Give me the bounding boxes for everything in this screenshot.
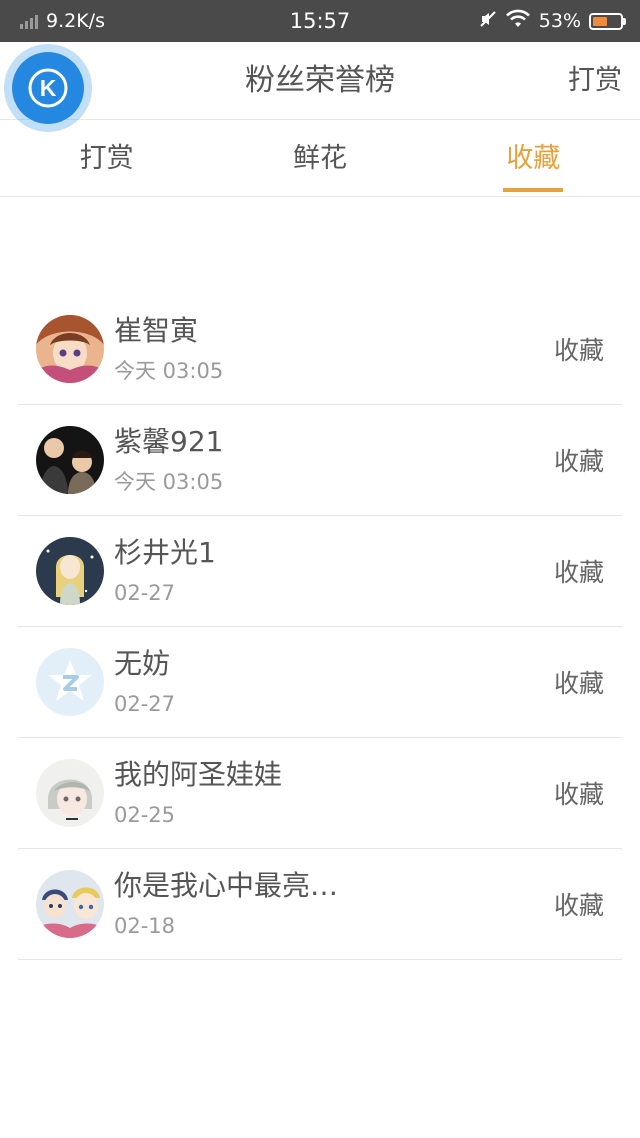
user-name: 无妨 xyxy=(114,647,171,680)
page-title: 粉丝荣誉榜 xyxy=(245,63,395,98)
fan-list: 崔智寅 今天 03:05 收藏 紫馨921 今天 03:05 收藏 杉井光1 0… xyxy=(18,294,622,960)
reward-button[interactable]: 打赏 xyxy=(568,42,622,120)
k-letter: K xyxy=(40,75,57,101)
list-item[interactable]: 紫馨921 今天 03:05 收藏 xyxy=(18,405,622,516)
list-item[interactable]: 你是我心中最亮… 02-18 收藏 xyxy=(18,849,622,960)
list-item[interactable]: 我的阿圣娃娃 02-25 收藏 xyxy=(18,738,622,849)
user-name: 我的阿圣娃娃 xyxy=(114,758,283,791)
wifi-icon xyxy=(505,9,531,34)
timestamp: 今天 03:05 xyxy=(114,470,224,494)
timestamp: 今天 03:05 xyxy=(114,359,224,383)
row-text: 你是我心中最亮… 02-18 xyxy=(114,867,554,941)
user-name: 紫馨921 xyxy=(114,425,224,458)
status-left: 9.2K/s xyxy=(20,10,105,32)
favorite-label: 收藏 xyxy=(553,780,604,809)
timestamp: 02-18 xyxy=(114,914,176,938)
list-item[interactable]: 杉井光1 02-27 收藏 xyxy=(18,516,622,627)
avatar xyxy=(36,648,104,716)
avatar xyxy=(36,426,104,494)
k-logo-icon: K xyxy=(12,52,84,124)
timestamp: 02-27 xyxy=(114,581,176,605)
row-text: 紫馨921 今天 03:05 xyxy=(114,423,554,497)
avatar xyxy=(36,537,104,605)
timestamp: 02-25 xyxy=(114,803,176,827)
tab-favorites[interactable]: 收藏 xyxy=(427,121,640,196)
row-text: 崔智寅 今天 03:05 xyxy=(114,312,554,386)
row-text: 杉井光1 02-27 xyxy=(114,534,554,608)
timestamp: 02-27 xyxy=(114,692,176,716)
status-right: 53% xyxy=(479,9,626,34)
signal-icon xyxy=(20,13,38,29)
row-text: 无妨 02-27 xyxy=(114,645,554,719)
favorite-label: 收藏 xyxy=(553,669,604,698)
avatar xyxy=(36,870,104,938)
favorite-label: 收藏 xyxy=(553,336,604,365)
tab-reward[interactable]: 打赏 xyxy=(0,121,213,196)
favorite-label: 收藏 xyxy=(553,891,604,920)
user-name: 你是我心中最亮… xyxy=(114,869,339,902)
net-speed: 9.2K/s xyxy=(46,10,105,32)
tab-label: 打赏 xyxy=(79,143,134,174)
mute-icon xyxy=(479,10,497,33)
avatar xyxy=(36,315,104,383)
tab-bar: 打赏 鲜花 收藏 xyxy=(0,121,640,197)
user-name: 杉井光1 xyxy=(114,536,216,569)
user-name: 崔智寅 xyxy=(114,314,199,347)
tab-label: 鲜花 xyxy=(292,143,347,174)
battery-percent: 53% xyxy=(538,10,581,32)
tab-label: 收藏 xyxy=(506,143,561,174)
header: 粉丝荣誉榜 打赏 xyxy=(0,42,640,120)
status-bar: 9.2K/s 15:57 53% xyxy=(0,0,640,42)
favorite-label: 收藏 xyxy=(553,558,604,587)
favorite-label: 收藏 xyxy=(553,447,604,476)
list-item[interactable]: 崔智寅 今天 03:05 收藏 xyxy=(18,294,622,405)
list-item[interactable]: 无妨 02-27 收藏 xyxy=(18,627,622,738)
tab-flowers[interactable]: 鲜花 xyxy=(213,121,426,196)
active-tab-indicator xyxy=(503,188,564,192)
avatar xyxy=(36,759,104,827)
floating-k-button[interactable]: K xyxy=(4,44,92,132)
battery-icon xyxy=(589,12,626,30)
row-text: 我的阿圣娃娃 02-25 xyxy=(114,756,554,830)
